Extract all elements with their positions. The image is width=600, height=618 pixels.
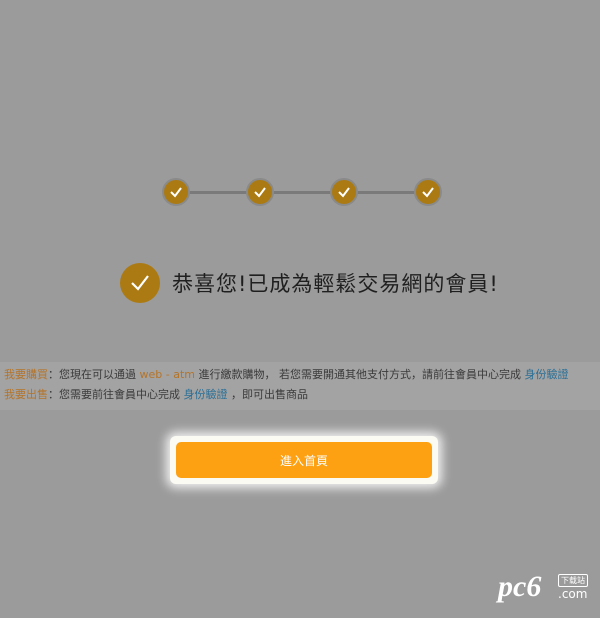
success-title: 恭喜您!已成為輕鬆交易網的會員! [172,272,499,296]
identity-verification-link[interactable]: 身份驗證 [524,368,568,381]
sell-text-2: ，即可出售商品 [227,388,308,401]
web-atm-highlight: web - atm [139,368,195,381]
step-1-check-icon [162,178,190,206]
sell-separator: ： [48,388,59,401]
stepper-line [176,191,428,194]
check-circle-icon [120,263,160,303]
sell-text-1: 您需要前往會員中心完成 [59,388,184,401]
buy-info-row: 我要購買：您現在可以通過 web - atm 進行繳款購物， 若您需要開通其他支… [0,365,600,385]
sell-info-row: 我要出售：您需要前往會員中心完成 身份驗證 ，即可出售商品 [0,385,600,405]
success-message: 恭喜您!已成為輕鬆交易網的會員! [120,262,499,304]
sell-label: 我要出售 [4,388,48,401]
enter-home-button[interactable]: 進入首頁 [176,442,432,478]
buy-text-1: 您現在可以通過 [59,368,140,381]
enter-home-button-highlight: 進入首頁 [170,436,438,484]
progress-stepper [160,176,444,210]
watermark-domain: .com [558,587,588,601]
buy-label: 我要購買 [4,368,48,381]
info-panel: 我要購買：您現在可以通過 web - atm 進行繳款購物， 若您需要開通其他支… [0,362,600,410]
step-3-check-icon [330,178,358,206]
buy-text-2: 進行繳款購物， 若您需要開通其他支付方式，請前往會員中心完成 [194,368,525,381]
watermark-logo: pc6 下载站 .com [498,570,598,610]
watermark-pc6: pc6 [498,570,542,603]
step-4-check-icon [414,178,442,206]
sell-identity-verification-link[interactable]: 身份驗證 [184,388,228,401]
watermark-tag: 下载站 [558,574,588,587]
buy-separator: ： [48,368,59,381]
step-2-check-icon [246,178,274,206]
